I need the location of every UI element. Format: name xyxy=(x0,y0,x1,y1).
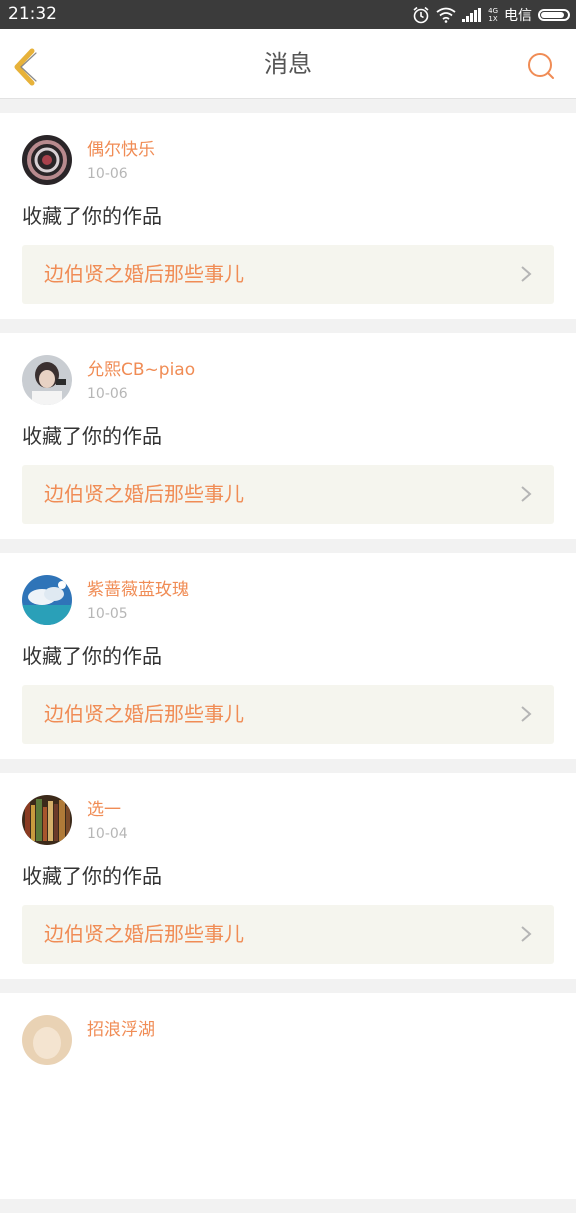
action-text: 收藏了你的作品 xyxy=(22,204,162,228)
message-date: 10-06 xyxy=(87,166,128,182)
signal-icon xyxy=(462,7,482,22)
message-date: 10-04 xyxy=(87,826,128,842)
username[interactable]: 偶尔快乐 xyxy=(87,140,155,160)
username[interactable]: 选一 xyxy=(87,800,121,820)
carrier-label: 电信 xyxy=(504,7,532,24)
work-title: 边伯贤之婚后那些事儿 xyxy=(44,482,244,506)
username[interactable]: 招浪浮湖 xyxy=(87,1020,155,1040)
page-title: 消息 xyxy=(264,50,312,78)
message-card: 偶尔快乐 10-06 收藏了你的作品 边伯贤之婚后那些事儿 xyxy=(0,113,576,319)
message-card: 紫蔷薇蓝玫瑰 10-05 收藏了你的作品 边伯贤之婚后那些事儿 xyxy=(0,553,576,759)
network-type: 4G 1X xyxy=(488,7,498,23)
app-header: 消息 xyxy=(0,29,576,99)
message-card: 允熙CB~piao 10-06 收藏了你的作品 边伯贤之婚后那些事儿 xyxy=(0,333,576,539)
avatar[interactable] xyxy=(22,575,72,625)
message-card: 选一 10-04 收藏了你的作品 边伯贤之婚后那些事儿 xyxy=(0,773,576,979)
status-bar: 21:32 4G 1X 电信 xyxy=(0,0,576,29)
wifi-icon xyxy=(436,7,456,23)
search-icon xyxy=(528,53,554,79)
action-text: 收藏了你的作品 xyxy=(22,644,162,668)
chevron-right-icon xyxy=(521,926,532,942)
action-text: 收藏了你的作品 xyxy=(22,864,162,888)
work-link[interactable]: 边伯贤之婚后那些事儿 xyxy=(22,685,554,744)
status-icons: 4G 1X 电信 xyxy=(406,0,570,29)
avatar[interactable] xyxy=(22,795,72,845)
battery-level xyxy=(541,11,565,18)
battery-icon xyxy=(538,8,570,21)
message-list: 偶尔快乐 10-06 收藏了你的作品 边伯贤之婚后那些事儿 允熙CB~piao … xyxy=(0,113,576,1213)
username[interactable]: 紫蔷薇蓝玫瑰 xyxy=(87,580,189,600)
network-type-bottom: 1X xyxy=(488,14,498,23)
status-time: 21:32 xyxy=(8,4,57,24)
avatar[interactable] xyxy=(22,355,72,405)
action-text: 收藏了你的作品 xyxy=(22,424,162,448)
work-link[interactable]: 边伯贤之婚后那些事儿 xyxy=(22,245,554,304)
chevron-right-icon xyxy=(521,266,532,282)
work-link[interactable]: 边伯贤之婚后那些事儿 xyxy=(22,905,554,964)
network-type-top: 4G xyxy=(488,6,498,15)
search-button[interactable] xyxy=(526,51,556,81)
chevron-right-icon xyxy=(521,486,532,502)
work-title: 边伯贤之婚后那些事儿 xyxy=(44,922,244,946)
alarm-icon xyxy=(413,6,429,23)
message-date: 10-06 xyxy=(87,386,128,402)
work-title: 边伯贤之婚后那些事儿 xyxy=(44,702,244,726)
message-date: 10-05 xyxy=(87,606,128,622)
avatar[interactable] xyxy=(22,135,72,185)
chevron-right-icon xyxy=(521,706,532,722)
work-link[interactable]: 边伯贤之婚后那些事儿 xyxy=(22,465,554,524)
username[interactable]: 允熙CB~piao xyxy=(87,360,195,380)
avatar[interactable] xyxy=(22,1015,72,1065)
work-title: 边伯贤之婚后那些事儿 xyxy=(44,262,244,286)
